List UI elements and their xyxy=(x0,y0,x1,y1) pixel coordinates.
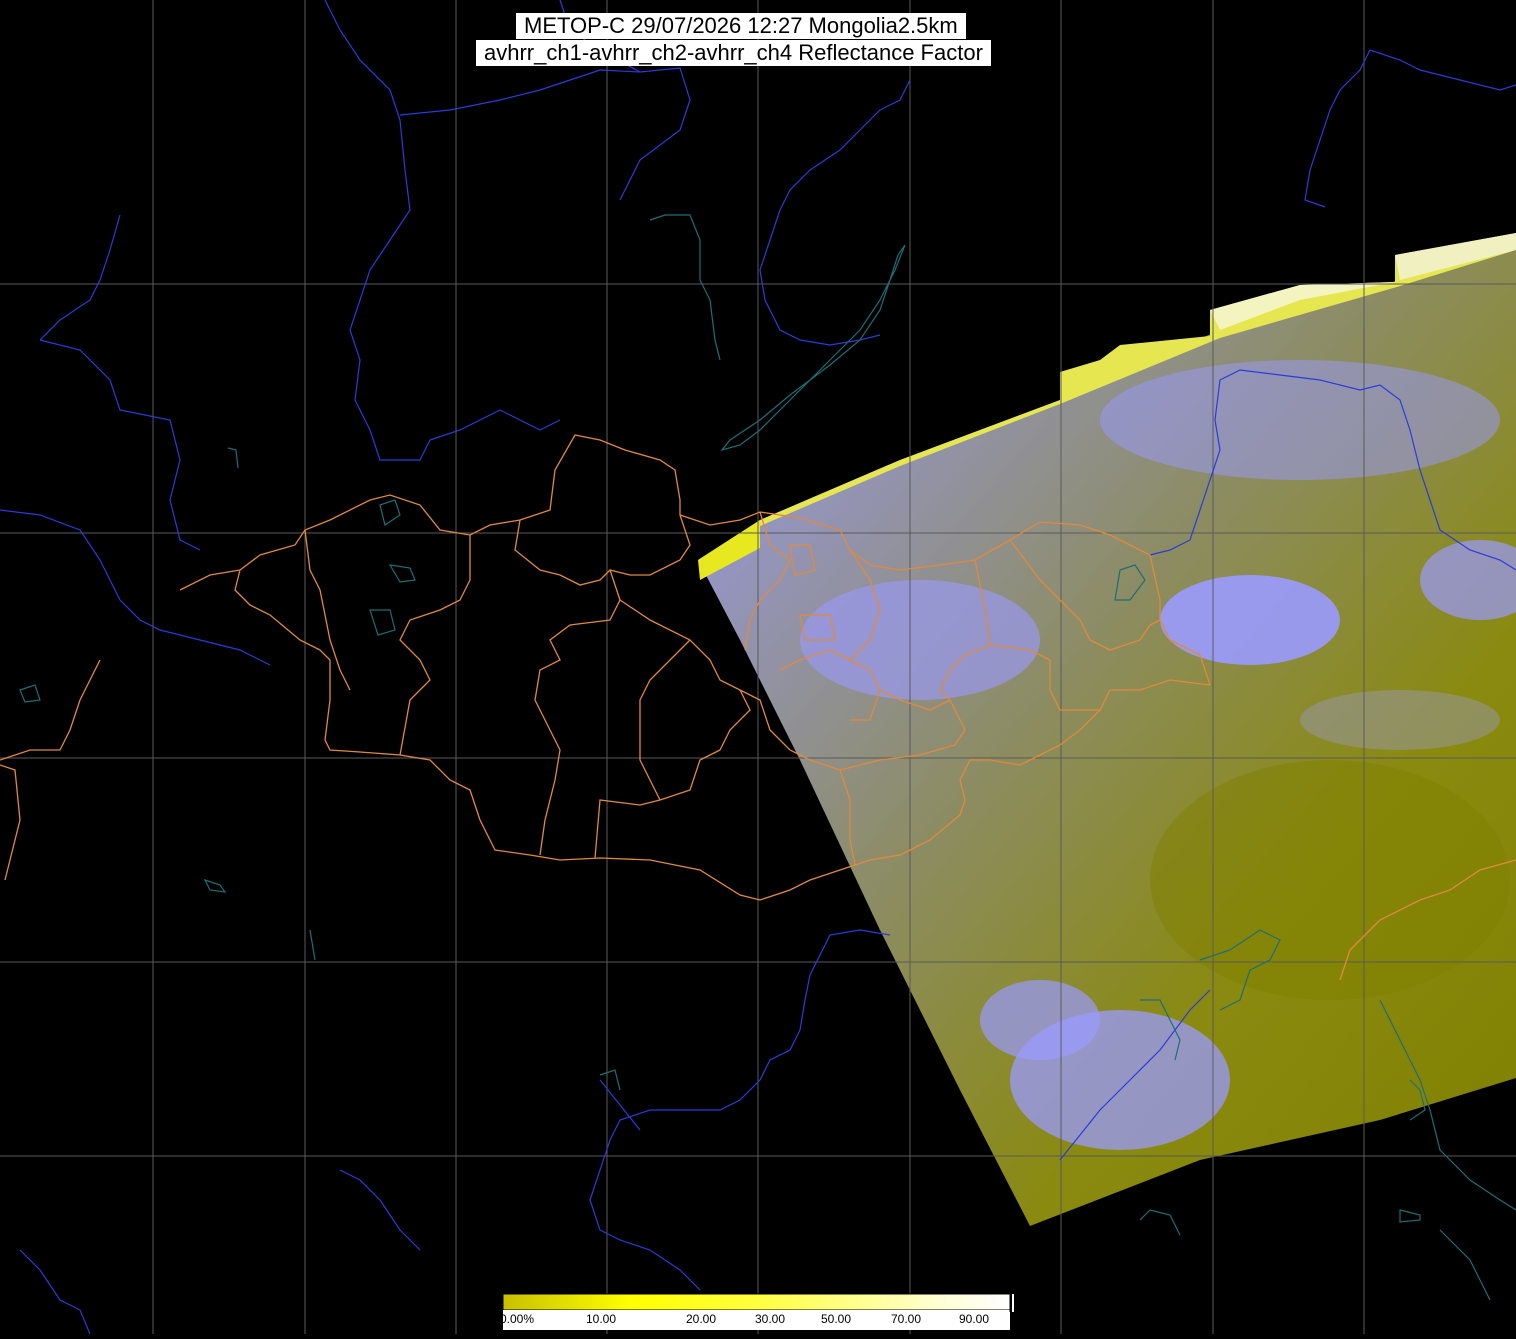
colorbar-tick-0: 0.00% xyxy=(500,1312,535,1326)
satellite-map xyxy=(0,0,1516,1335)
colorbar-tick-5: 70.00 xyxy=(891,1312,922,1326)
title-line-1: METOP-C 29/07/2026 12:27 Mongolia2.5km xyxy=(516,13,966,39)
satellite-swath xyxy=(698,233,1516,1226)
title-line-2: avhrr_ch1-avhrr_ch2-avhrr_ch4 Reflectanc… xyxy=(476,40,991,66)
colorbar-tick-6: 90.00 xyxy=(959,1312,990,1326)
colorbar-tick-3: 30.00 xyxy=(755,1312,786,1326)
colorbar-tick-1: 10.00 xyxy=(586,1312,617,1326)
colorbar-tick-2: 20.00 xyxy=(686,1312,717,1326)
colorbar-tick-4: 50.00 xyxy=(821,1312,852,1326)
